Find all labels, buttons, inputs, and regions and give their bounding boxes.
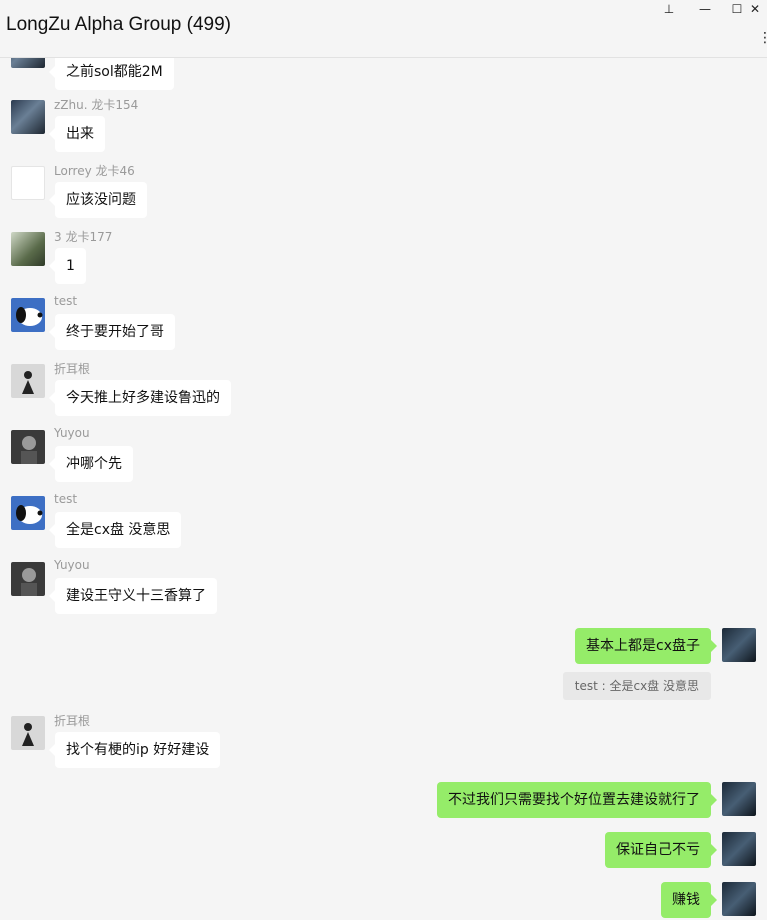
user-avatar[interactable]	[11, 232, 45, 266]
sender-name: Yuyou	[54, 558, 90, 572]
user-avatar[interactable]	[11, 562, 45, 596]
self-avatar[interactable]	[722, 628, 756, 662]
minimize-icon[interactable]: —	[688, 0, 722, 18]
message-bubble[interactable]: 今天推上好多建设鲁迅的	[49, 380, 231, 416]
figure-icon	[21, 568, 37, 596]
my-message-bubble[interactable]: 不过我们只需要找个好位置去建设就行了	[437, 782, 717, 818]
self-avatar[interactable]	[722, 882, 756, 916]
figure-icon	[22, 371, 34, 394]
message-bubble[interactable]: 应该没问题	[49, 182, 147, 218]
sender-name: 3 龙卡177	[54, 230, 113, 244]
title-bar: LongZu Alpha Group (499) ⊥ — ☐ ✕ ⋮	[0, 0, 767, 58]
user-avatar[interactable]	[11, 716, 45, 750]
message-bubble[interactable]: 之前sol都能2M	[49, 58, 174, 90]
message-bubble[interactable]: 建设王守义十三香算了	[49, 578, 217, 614]
message-bubble[interactable]: 冲哪个先	[49, 446, 133, 482]
sender-name: zZhu. 龙卡154	[54, 98, 139, 112]
sender-name: 折耳根	[54, 714, 91, 728]
message-bubble[interactable]: 1	[49, 248, 86, 284]
sender-name: Lorrey 龙卡46	[54, 164, 135, 178]
figure-icon	[22, 723, 34, 746]
sender-name: 折耳根	[54, 362, 91, 376]
figure-icon	[21, 436, 37, 464]
message-list[interactable]: 之前sol都能2M zZhu. 龙卡154 出来 Lorrey 龙卡46 应该没…	[0, 58, 767, 920]
user-avatar[interactable]	[11, 100, 45, 134]
message-bubble[interactable]: 全是cx盘 没意思	[48, 512, 182, 548]
message-bubble[interactable]: 找个有梗的ip 好好建设	[48, 732, 221, 768]
my-message-bubble[interactable]: 保证自己不亏	[605, 832, 717, 868]
more-options-icon[interactable]: ⋮	[758, 30, 767, 46]
message-bubble[interactable]: 出来	[49, 116, 105, 152]
close-icon[interactable]: ✕	[738, 0, 767, 18]
sender-name: Yuyou	[54, 426, 90, 440]
my-message-bubble[interactable]: 基本上都是cx盘子	[575, 628, 717, 664]
user-avatar[interactable]	[11, 430, 45, 464]
snoopy-icon	[16, 505, 43, 524]
message-bubble[interactable]: 终于要开始了哥	[49, 314, 175, 350]
pin-icon[interactable]: ⊥	[652, 0, 686, 18]
user-avatar[interactable]	[11, 496, 45, 530]
self-avatar[interactable]	[722, 782, 756, 816]
user-avatar[interactable]	[11, 298, 45, 332]
user-avatar[interactable]	[11, 166, 45, 200]
user-avatar[interactable]	[11, 58, 45, 68]
user-avatar[interactable]	[11, 364, 45, 398]
snoopy-icon	[16, 307, 43, 326]
my-message-bubble[interactable]: 赚钱	[661, 882, 717, 918]
chat-title: LongZu Alpha Group (499)	[6, 14, 231, 35]
sender-name: test	[54, 294, 78, 308]
quoted-message[interactable]: test : 全是cx盘 没意思	[562, 672, 711, 700]
self-avatar[interactable]	[722, 832, 756, 866]
sender-name: test	[54, 492, 78, 506]
